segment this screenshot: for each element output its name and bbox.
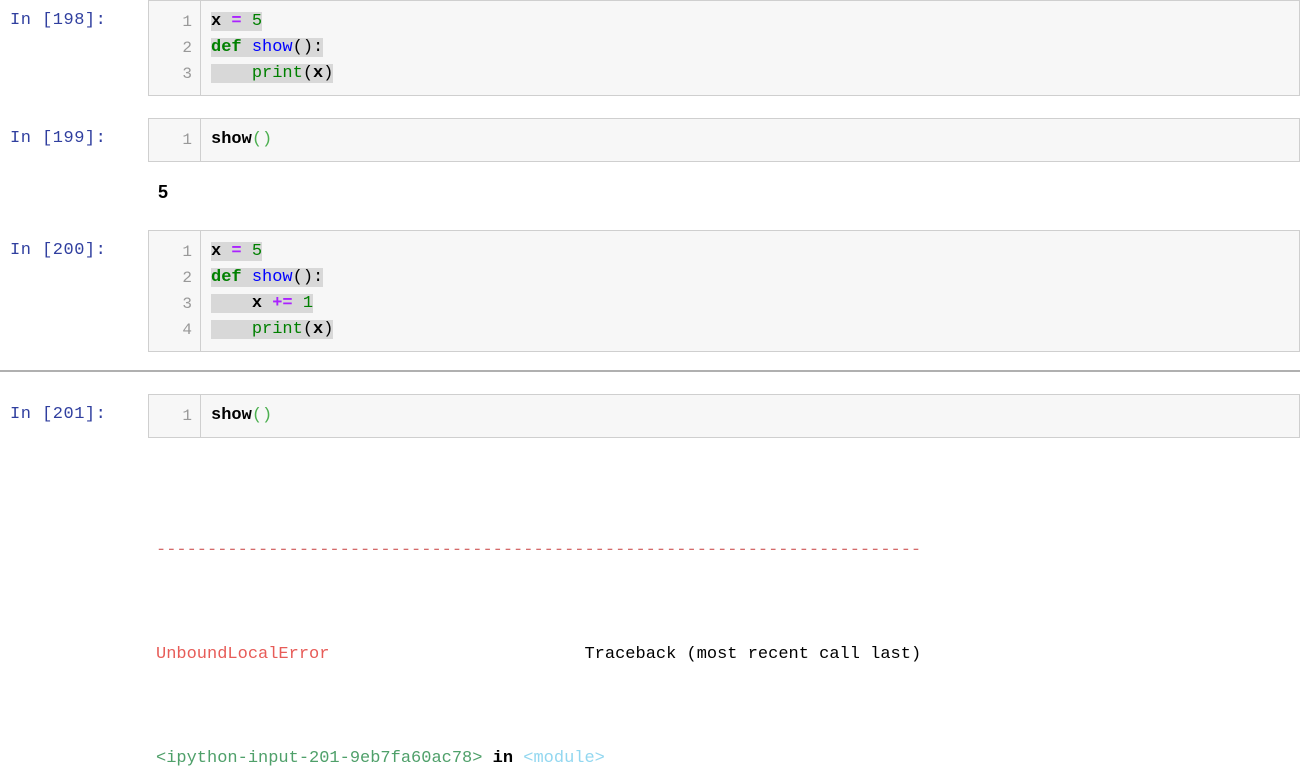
- stdout-text-199: 5: [158, 182, 169, 202]
- traceback-header-pad: [329, 645, 584, 664]
- line-number: 1: [182, 131, 192, 149]
- code-input-area-200[interactable]: 1 2 3 4 x = 5 def show(): x += 1 print(x): [148, 230, 1300, 352]
- line-number: 1: [182, 13, 192, 31]
- line-number: 3: [182, 295, 192, 313]
- traceback-frame-file: <ipython-input-201-9eb7fa60ac78>: [156, 749, 483, 768]
- notebook-cell-198[interactable]: In [198]: 1 2 3 x = 5 def show(): print(x): [0, 0, 1300, 96]
- output-gap: [0, 438, 1300, 460]
- traceback-rule: ----------------------------------------…: [156, 538, 1300, 564]
- code-line: show(): [211, 406, 273, 425]
- input-prompt-200: In [200]:: [10, 241, 107, 260]
- notebook-cell-201[interactable]: In [201]: 1 show(): [0, 394, 1300, 438]
- traceback-output: ----------------------------------------…: [148, 460, 1300, 778]
- traceback-frame-scope: <module>: [523, 749, 605, 768]
- line-number: 2: [182, 269, 192, 287]
- input-prompt-201: In [201]:: [10, 405, 107, 424]
- code-input-area-201[interactable]: 1 show(): [148, 394, 1300, 438]
- input-prompt-198: In [198]:: [10, 11, 107, 30]
- cell-output-199: 5: [0, 180, 1300, 204]
- line-number: 1: [182, 407, 192, 425]
- jupyter-notebook: In [198]: 123 x = 5 def show(): print(x) …: [0, 0, 1300, 778]
- code-line: def show():: [211, 268, 324, 287]
- line-number: 1: [182, 243, 192, 261]
- traceback-frame-1-location: <ipython-input-201-9eb7fa60ac78> in <mod…: [156, 746, 1300, 772]
- cell-gap: [0, 96, 1300, 118]
- cell-gap: [0, 204, 1300, 230]
- code-editor-201[interactable]: show(): [201, 395, 1299, 437]
- code-line: x = 5: [211, 12, 263, 31]
- code-line: show(): [211, 130, 273, 149]
- code-line: print(x): [211, 317, 1299, 343]
- notebook-cell-200[interactable]: In [200]: 1 2 3 4 x = 5 def show(): x += 1 p…: [0, 230, 1300, 352]
- output-gap: [0, 162, 1300, 180]
- line-number: 4: [182, 321, 192, 339]
- traceback-in-keyword: in: [492, 749, 514, 768]
- code-editor-200[interactable]: x = 5 def show(): x += 1 print(x): [201, 231, 1299, 351]
- line-number-gutter-201: 1: [149, 395, 201, 437]
- code-editor-198[interactable]: x = 5 def show(): print(x): [201, 1, 1299, 95]
- line-number-gutter-200: 1 2 3 4: [149, 231, 201, 351]
- traceback-header: UnboundLocalError Traceback (most recent…: [156, 642, 1300, 668]
- input-prompt-199: In [199]:: [10, 129, 107, 148]
- code-input-area-199[interactable]: 1 show(): [148, 118, 1300, 162]
- line-number: 2: [182, 39, 192, 57]
- code-line: print(x): [211, 61, 1299, 87]
- notebook-cell-199[interactable]: In [199]: 1 show(): [0, 118, 1300, 162]
- line-number-gutter-199: 1: [149, 119, 201, 161]
- code-line: def show():: [211, 38, 324, 57]
- cell-output-201-traceback: ----------------------------------------…: [0, 460, 1300, 778]
- cell-gap: [0, 352, 1300, 370]
- code-input-area-198[interactable]: 1 2 3 x = 5 def show(): print(x): [148, 0, 1300, 96]
- traceback-error-name: UnboundLocalError: [156, 645, 330, 664]
- code-line: x += 1: [211, 291, 1299, 317]
- code-editor-199[interactable]: show(): [201, 119, 1299, 161]
- traceback-rule-text: ----------------------------------------…: [156, 541, 922, 560]
- line-number-gutter-198: 1 2 3: [149, 1, 201, 95]
- cell-gap: [0, 372, 1300, 394]
- traceback-header-right: Traceback (most recent call last): [584, 645, 922, 664]
- line-number: 3: [182, 65, 192, 83]
- code-line: x = 5: [211, 242, 263, 261]
